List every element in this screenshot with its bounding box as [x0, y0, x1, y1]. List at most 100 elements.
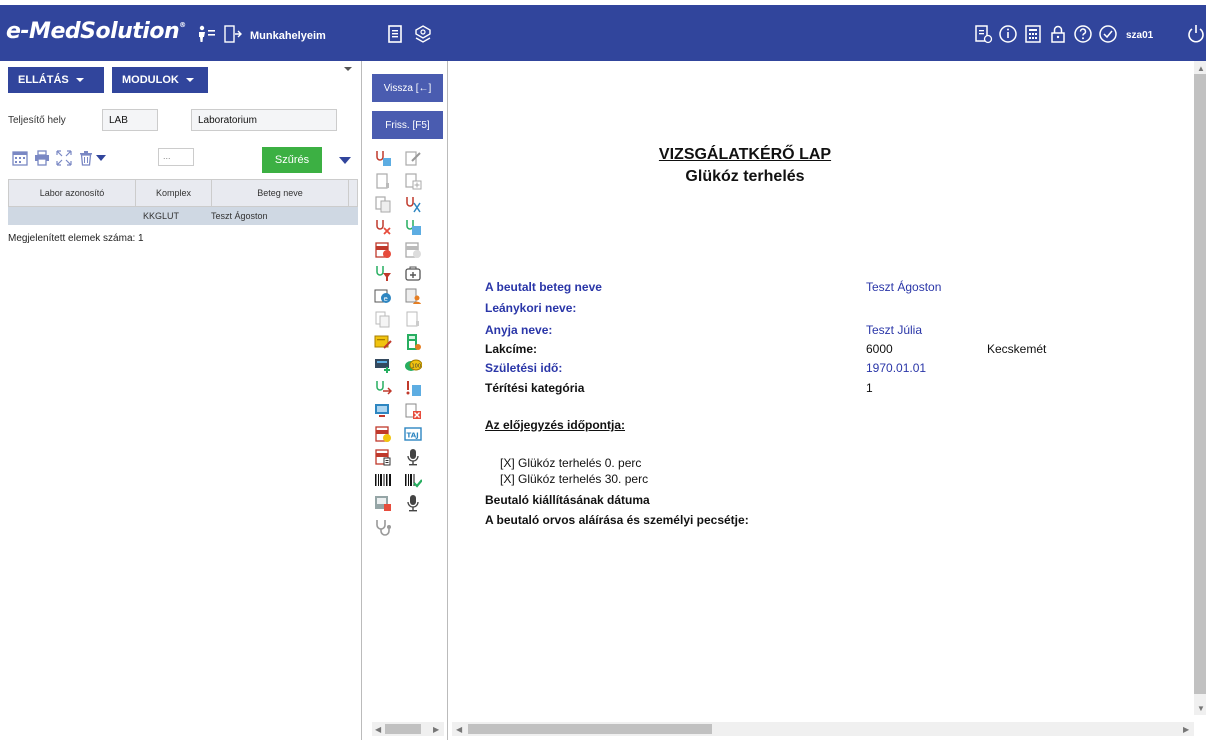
performer-label: Teljesítő hely — [8, 115, 66, 126]
scroll-left-icon[interactable]: ◀ — [456, 725, 462, 734]
delete-doc-icon[interactable] — [404, 402, 422, 420]
barcode-check-icon[interactable] — [404, 471, 422, 489]
address-city: Kecskemét — [987, 342, 1047, 356]
barcode-icon[interactable] — [374, 471, 392, 489]
pdf-refresh-icon[interactable] — [374, 425, 392, 443]
svg-text:e: e — [384, 295, 388, 303]
scroll-right-icon[interactable]: ▶ — [1183, 725, 1189, 734]
column-complex[interactable]: Komplex — [136, 180, 212, 206]
document-toolbar: Vissza [←] Friss. [F5] e 100 TAJ — [364, 61, 448, 740]
expand-icon[interactable] — [56, 150, 72, 166]
quick-search-input[interactable]: ... — [158, 148, 194, 166]
top-navigation-bar: e-MedSolution® Munkahelyeim sza01 — [0, 5, 1206, 61]
svg-text:100: 100 — [412, 364, 422, 370]
performer-name-field[interactable]: Laboratorium — [191, 109, 337, 131]
pdf-e-icon[interactable] — [374, 448, 392, 466]
scroll-left-icon[interactable]: ◀ — [375, 725, 381, 734]
care-menu-button[interactable]: ELLÁTÁS — [8, 67, 104, 93]
column-lab-id[interactable]: Labor azonosító — [9, 180, 136, 206]
schedule-item: [X] Glükóz terhelés 30. perc — [500, 472, 649, 486]
document-scroll-thumb[interactable] — [468, 724, 712, 734]
user-name[interactable]: sza01 — [1126, 30, 1153, 41]
print-icon[interactable] — [34, 150, 50, 166]
blank-doc-icon[interactable] — [374, 172, 392, 190]
lab-flask-icon[interactable] — [404, 195, 422, 213]
e-doc-icon[interactable]: e — [374, 287, 392, 305]
pdf-add-icon[interactable] — [374, 241, 392, 259]
filter-lab-icon[interactable] — [374, 264, 392, 282]
calculator-green-icon[interactable] — [404, 333, 422, 351]
app-window: e-MedSolution® Munkahelyeim sza01 ELLÁTÁ… — [0, 0, 1206, 740]
maiden-name-label: Leánykori neve: — [485, 301, 577, 315]
taj-card-icon[interactable]: TAJ — [404, 425, 422, 443]
help-icon[interactable] — [1073, 24, 1093, 44]
calendar-icon[interactable] — [12, 150, 28, 166]
document-title: VIZSGÁLATKÉRŐ LAP — [658, 146, 832, 163]
table-header: Labor azonosító Komplex Beteg neve — [8, 179, 358, 207]
document-subtitle: Glükóz terhelés — [685, 168, 805, 185]
blank-disabled-icon[interactable] — [404, 310, 422, 328]
cell-lab-id — [8, 207, 135, 225]
patient-name-value: Teszt Ágoston — [866, 280, 942, 294]
stethoscope-gray-icon[interactable] — [374, 518, 392, 536]
monitor-icon[interactable] — [374, 402, 392, 420]
alert-doc-icon[interactable] — [404, 379, 422, 397]
edit-note-icon[interactable] — [374, 333, 392, 351]
payment-category-value: 1 — [866, 381, 873, 395]
doc-user-icon[interactable] — [404, 287, 422, 305]
brand-logo[interactable]: e-MedSolution® — [6, 19, 186, 44]
refresh-button[interactable]: Friss. [F5] — [372, 111, 443, 139]
scroll-up-icon[interactable]: ▲ — [1197, 64, 1205, 73]
copy-disabled-icon[interactable] — [374, 310, 392, 328]
vertical-scroll-thumb[interactable] — [1194, 74, 1206, 694]
document-icon[interactable] — [385, 24, 405, 44]
filter-button[interactable]: Szűrés — [262, 147, 322, 173]
cancel-request-icon[interactable] — [374, 218, 392, 236]
info-icon[interactable] — [998, 24, 1018, 44]
cell-patient-name: Teszt Ágoston — [211, 211, 268, 221]
copy-doc-icon[interactable] — [374, 195, 392, 213]
card-add-icon[interactable] — [374, 356, 392, 374]
chevron-down-icon — [185, 78, 194, 82]
toolbar-scroll-thumb[interactable] — [385, 724, 421, 734]
column-patient-name[interactable]: Beteg neve — [212, 180, 349, 206]
cell-complex: KKGLUT — [143, 211, 180, 221]
trash-dropdown-icon[interactable] — [96, 155, 106, 161]
lock-icon[interactable] — [1048, 24, 1068, 44]
results-table: Labor azonosító Komplex Beteg neve KKGLU… — [8, 179, 358, 225]
gallery-pdf-icon[interactable] — [374, 494, 392, 512]
table-row[interactable]: KKGLUT Teszt Ágoston — [8, 207, 358, 225]
microphone-icon[interactable] — [404, 448, 422, 466]
document-view: VIZSGÁLATKÉRŐ LAP Glükóz terhelés A beut… — [449, 61, 1194, 715]
workplaces-link[interactable]: Munkahelyeim — [250, 30, 326, 42]
report-icon[interactable] — [973, 24, 993, 44]
check-circle-icon[interactable] — [1098, 24, 1118, 44]
microphone-2-icon[interactable] — [404, 494, 422, 512]
signature-label: A beutaló orvos aláírása és személyi pec… — [485, 513, 749, 527]
coins-icon[interactable]: 100 — [404, 356, 422, 374]
performer-code-field[interactable]: LAB — [102, 109, 158, 131]
exit-door-icon[interactable] — [222, 24, 242, 44]
trash-icon[interactable] — [78, 150, 94, 166]
pdf-check-icon[interactable] — [404, 241, 422, 259]
stamp-icon[interactable] — [413, 24, 433, 44]
filter-options-icon[interactable] — [339, 157, 351, 164]
back-button[interactable]: Vissza [←] — [372, 74, 443, 102]
calculator-icon[interactable] — [1023, 24, 1043, 44]
power-icon[interactable] — [1186, 24, 1206, 44]
collapse-panel-icon[interactable] — [344, 67, 352, 71]
person-menu-icon[interactable] — [196, 24, 216, 44]
scroll-down-icon[interactable]: ▼ — [1197, 704, 1205, 713]
stethoscope-doc-icon[interactable] — [374, 149, 392, 167]
scroll-right-icon[interactable]: ▶ — [433, 725, 439, 734]
mother-name-label: Anyja neve: — [485, 323, 553, 337]
modules-menu-button[interactable]: MODULOK — [112, 67, 208, 93]
lab-docs-icon[interactable] — [404, 218, 422, 236]
schedule-item: [X] Glükóz terhelés 0. perc — [500, 456, 642, 470]
edit-doc-icon[interactable] — [404, 149, 422, 167]
add-doc-icon[interactable] — [404, 172, 422, 190]
lab-transfer-icon[interactable] — [374, 379, 392, 397]
referral-date-label: Beutaló kiállításának dátuma — [485, 493, 650, 507]
medical-kit-icon[interactable] — [404, 264, 422, 282]
schedule-label: Az előjegyzés időpontja: — [485, 418, 626, 432]
